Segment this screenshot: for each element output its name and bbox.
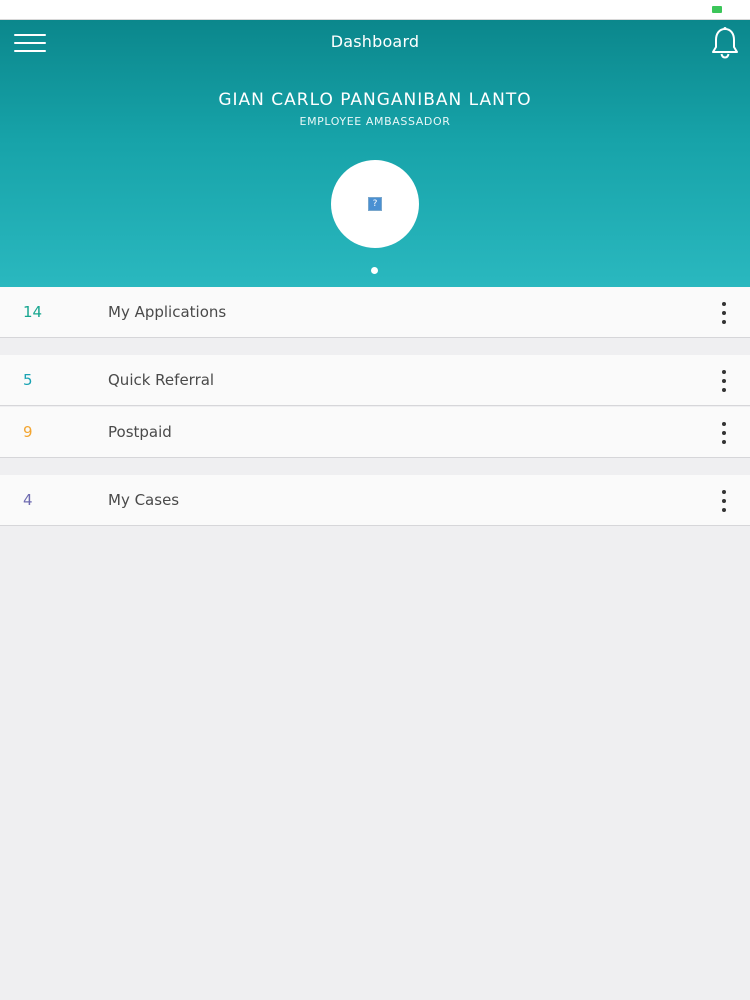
avatar[interactable]: ?	[331, 160, 419, 248]
user-name: GIAN CARLO PANGANIBAN LANTO	[218, 90, 532, 110]
item-label: My Applications	[108, 303, 227, 321]
broken-image-icon: ?	[368, 197, 382, 211]
more-options-icon[interactable]	[718, 302, 730, 324]
list-item-postpaid[interactable]: 9 Postpaid	[0, 407, 750, 458]
item-count: 5	[23, 371, 33, 389]
item-label: My Cases	[108, 491, 180, 509]
more-options-icon[interactable]	[718, 422, 730, 444]
user-role: EMPLOYEE AMBASSADOR	[299, 115, 451, 128]
page-title: Dashboard	[330, 32, 420, 51]
more-options-icon[interactable]	[718, 490, 730, 512]
item-label: Quick Referral	[108, 371, 215, 389]
list-item-my-applications[interactable]: 14 My Applications	[0, 287, 750, 338]
status-bar	[0, 0, 750, 20]
battery-icon	[712, 6, 722, 13]
item-count: 14	[23, 303, 43, 321]
list-item-my-cases[interactable]: 4 My Cases	[0, 475, 750, 526]
profile-header: Dashboard GIAN CARLO PANGANIBAN LANTO EM…	[0, 20, 750, 287]
item-count: 9	[23, 423, 33, 441]
item-label: Postpaid	[108, 423, 172, 441]
item-count: 4	[23, 491, 33, 509]
page-indicator-dot[interactable]	[371, 267, 378, 274]
bell-icon[interactable]	[710, 26, 740, 60]
more-options-icon[interactable]	[718, 370, 730, 392]
list-item-quick-referral[interactable]: 5 Quick Referral	[0, 355, 750, 406]
